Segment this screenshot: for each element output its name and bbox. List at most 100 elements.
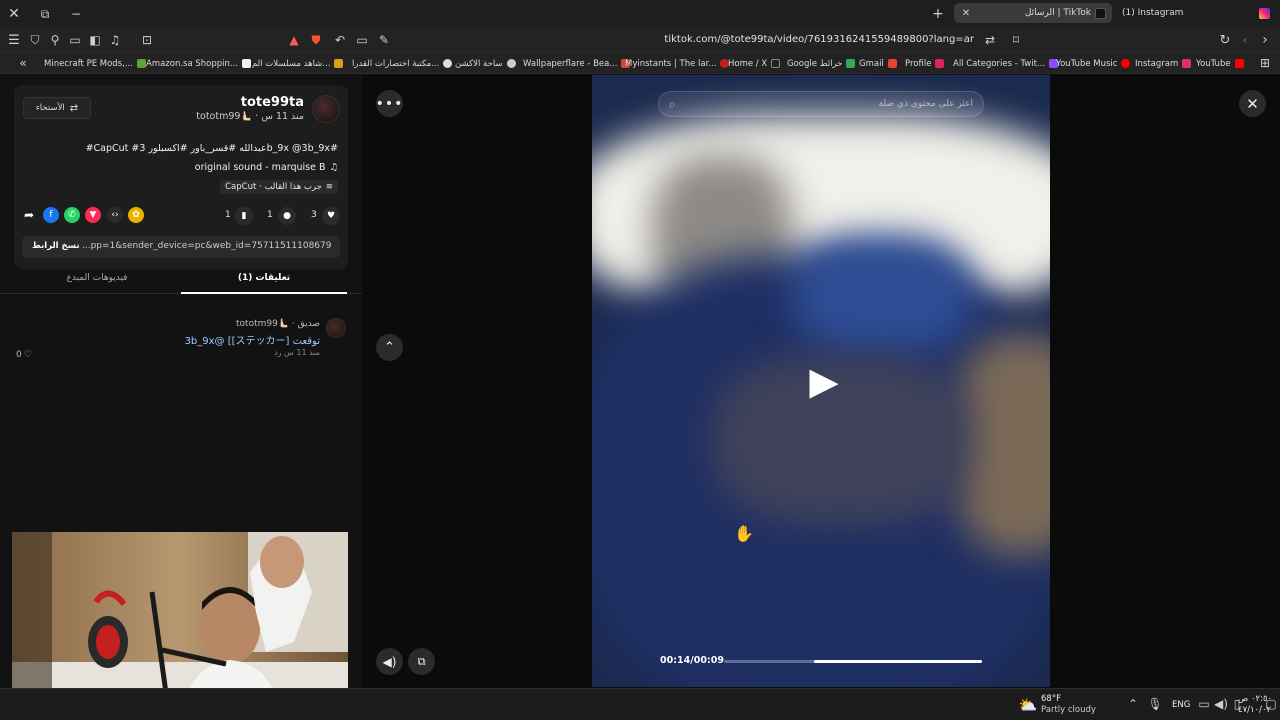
copy-link-button[interactable]: نسخ الرابط	[26, 239, 86, 253]
apps-grid-icon[interactable]: ⊞	[1258, 56, 1272, 70]
bookmark-item[interactable]: مكتبة اختصارات القدرا...	[352, 56, 453, 71]
tabs-icon[interactable]: ▭	[67, 32, 83, 48]
comment-icon: ●	[283, 211, 291, 221]
taskbar: ⛅ 68°F Partly cloudy ⌃ 🎙 ENG ▭ ◀) ▯ ٠٢:٥…	[0, 688, 1280, 720]
picture-in-picture-icon[interactable]: ⧉	[408, 648, 435, 675]
reload-icon[interactable]: ↻	[1217, 32, 1233, 48]
send-icon[interactable]: ▼	[85, 207, 101, 223]
youtube-icon	[1234, 59, 1244, 68]
progress-bar[interactable]	[724, 660, 982, 663]
related-search-input[interactable]: ⌕ اعثر على محتوى ذي صلة	[658, 91, 984, 117]
tab-tiktok[interactable]: ✕ الرسائل | TikTok	[954, 3, 1112, 23]
bookmark-item[interactable]: Amazon.sa Shoppin...	[146, 56, 252, 71]
like-count: 3	[311, 210, 317, 220]
brave-shield-icon[interactable]: ⛊	[308, 32, 324, 48]
forward-icon[interactable]: ›	[1257, 32, 1273, 48]
video-shoulder	[792, 235, 972, 355]
shahid-icon	[334, 59, 344, 68]
weather-desc[interactable]: Partly cloudy	[1041, 705, 1096, 715]
play-icon[interactable]: ▶	[804, 359, 844, 403]
coin-icon[interactable]: ✿	[128, 207, 144, 223]
weather-temp[interactable]: 68°F	[1041, 694, 1061, 704]
reload-page-icon[interactable]: ↶	[332, 32, 348, 48]
network-icon[interactable]: ▭	[1197, 697, 1211, 711]
address-bar-row: ☰ ⛉ ⚲ ▭ ◧ ♫ ⊡ ▲ ⛊ ↶ ▭ ✎ tiktok.com/@tote…	[0, 27, 1280, 53]
chevron-up-icon[interactable]: ⌃	[1126, 697, 1140, 711]
alert-icon[interactable]: ▲	[286, 32, 302, 48]
maps-icon	[846, 59, 856, 68]
more-bookmarks-icon[interactable]: «	[16, 56, 30, 70]
bookmark-item[interactable]: Instagram	[1135, 56, 1192, 71]
back-icon[interactable]: ‹	[1237, 32, 1253, 48]
speaker-icon[interactable]: ◀)	[1214, 697, 1228, 711]
bookmark-item[interactable]: ساحة الاكشن	[455, 56, 516, 71]
extensions-icon[interactable]: ⚲	[47, 32, 63, 48]
heart-outline-icon: ♡	[23, 350, 32, 360]
bookmark-item[interactable]: All Categories - Twit...	[953, 56, 1059, 71]
cast-icon[interactable]: ▭	[354, 32, 370, 48]
language-indicator[interactable]: ENG	[1172, 700, 1190, 710]
shield-icon[interactable]: ⛉	[27, 32, 43, 48]
bookmark-item[interactable]: Gmail	[859, 56, 897, 71]
bookmark-icon[interactable]: ⌑	[1008, 32, 1024, 48]
tab-comments[interactable]: (1) تعليقات	[181, 273, 347, 294]
notification-icon[interactable]: ▢	[1264, 697, 1278, 711]
facebook-icon[interactable]: f	[43, 207, 59, 223]
screenshot-icon[interactable]: ⊡	[139, 32, 155, 48]
close-tab-icon[interactable]: ✕	[958, 8, 974, 19]
site-settings-icon[interactable]: ⇄	[982, 32, 998, 48]
menu-icon[interactable]: ☰	[6, 32, 22, 48]
url-field[interactable]: tiktok.com/@tote99ta/video/7619316241559…	[610, 32, 974, 48]
previous-video-icon[interactable]: ⌃	[376, 334, 403, 361]
tab-instagram[interactable]: (1) Instagram	[1116, 3, 1266, 23]
embed-icon[interactable]: ‹›	[107, 207, 123, 223]
music-icon[interactable]: ♫	[107, 32, 123, 48]
microphone-icon[interactable]: 🎙	[1147, 697, 1162, 711]
bookmark-item[interactable]: YouTube Music	[1056, 56, 1131, 71]
volume-icon[interactable]: ◀)	[376, 648, 403, 675]
tab-label: (1) Instagram	[1122, 8, 1184, 18]
more-options-icon[interactable]: •••	[376, 90, 403, 117]
sidebar-icon[interactable]: ◧	[87, 32, 103, 48]
close-player-icon[interactable]: ✕	[1239, 90, 1266, 117]
comment-button[interactable]: ●	[278, 207, 296, 225]
tab-creator-videos[interactable]: فيديوهات المبدع	[14, 273, 180, 283]
share-icon[interactable]: ➦	[21, 207, 37, 223]
sound-link[interactable]: original sound - marquise B ♫	[195, 162, 338, 173]
close-window-icon[interactable]: ✕	[6, 6, 22, 22]
bookmark-item[interactable]: Wallpaperflare - Bea...	[523, 56, 631, 71]
capcut-template-link[interactable]: CapCut · جرب هذا القالب ≋	[220, 180, 338, 194]
tiktok-favicon-icon	[1095, 7, 1106, 19]
weather-icon[interactable]: ⛅	[1018, 695, 1038, 715]
bookmark-item[interactable]: شاهد مسلسلات الم...	[252, 56, 344, 71]
commenter-avatar[interactable]	[326, 318, 346, 338]
new-tab-icon[interactable]: +	[930, 6, 946, 22]
restore-icon[interactable]: ⧉	[37, 6, 53, 22]
video-stage: ••• ⌃ ◀) ⧉ ✕ ⌕ اعثر على محتوى ذي صلة ▶ ✋…	[362, 75, 1280, 688]
bookmark-icon: ▮	[241, 211, 247, 221]
author-username[interactable]: tote99ta	[241, 95, 304, 110]
library-icon	[443, 59, 453, 68]
translate-icon[interactable]: ✎	[376, 32, 392, 48]
capcut-icon: ≋	[325, 182, 333, 192]
minimize-icon[interactable]: −	[68, 6, 84, 22]
whatsapp-icon[interactable]: ✆	[64, 207, 80, 223]
profile-icon	[935, 59, 945, 68]
bookmark-item[interactable]: YouTube	[1196, 56, 1244, 71]
like-button[interactable]: ♥	[322, 207, 340, 225]
bookmark-item[interactable]: Minecraft PE Mods,...	[44, 56, 146, 71]
instagram-icon	[1182, 59, 1192, 68]
follow-button[interactable]: الأستخاء ⇄	[23, 97, 91, 119]
bookmark-item[interactable]: Profile	[905, 56, 945, 71]
minecraft-icon	[136, 59, 146, 68]
comment-author[interactable]: tototm99🫷🏻 · صديق	[236, 319, 320, 329]
bookmark-item[interactable]: Home / X	[728, 56, 781, 71]
share-link-text[interactable]: ...pp=1&sender_device=pc&web_id=75711511…	[82, 241, 332, 251]
bookmark-item[interactable]: Myinstants | The lar...	[625, 56, 730, 71]
bookmark-item[interactable]: Google خرائط	[787, 56, 856, 71]
comment-meta[interactable]: منذ 11 س رد	[274, 348, 320, 357]
video-player[interactable]: ⌕ اعثر على محتوى ذي صلة ▶ ✋ 00:14/00:09	[592, 75, 1050, 687]
author-avatar[interactable]	[312, 95, 340, 123]
comment-like[interactable]: 0 ♡	[16, 350, 32, 360]
save-button[interactable]: ▮	[235, 207, 253, 225]
